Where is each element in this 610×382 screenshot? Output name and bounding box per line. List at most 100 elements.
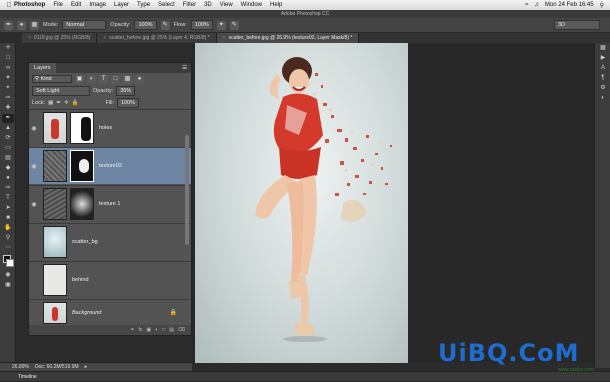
close-icon[interactable]: × [28,35,31,41]
blur-tool-icon[interactable]: ◆ [2,164,14,173]
filter-type-icon[interactable]: T [99,74,108,84]
search-icon[interactable]: ⚲ [600,2,604,9]
menu-3d[interactable]: 3D [204,2,212,8]
visibility-eye-icon[interactable]: ◉ [29,201,39,208]
apple-menu-icon[interactable]:  [4,2,14,9]
brush-tool-icon[interactable]: ✒ [4,20,13,30]
filter-shape-icon[interactable]: □ [111,74,120,84]
paragraph-icon[interactable]: ¶ [597,74,609,83]
history-brush-icon[interactable]: ⟳ [2,134,14,143]
quick-mask-icon[interactable]: ◉ [2,271,14,280]
quick-select-tool-icon[interactable]: ✦ [2,74,14,83]
tab-scatter-texture02[interactable]: × scatter_before.jpg @ 26.9% (texture02, … [216,33,360,43]
layer-name[interactable]: texture02 [99,163,122,169]
menu-edit[interactable]: Edit [71,2,81,8]
menu-filter[interactable]: Filter [183,2,196,8]
tab-0118[interactable]: × 0118.jpg @ 25% (RGB/8) [22,33,98,43]
visibility-eye-icon[interactable]: ◉ [29,125,39,132]
layers-scrollbar[interactable] [185,135,189,245]
status-menu-icon[interactable]: ▸ [85,364,88,370]
pressure-opacity-icon[interactable]: ✎ [160,20,170,30]
hand-tool-icon[interactable]: ✋ [2,224,14,233]
lock-all-icon[interactable]: 🔒 [72,100,79,106]
menu-help[interactable]: Help [270,2,282,8]
panel-menu-icon[interactable]: ☰ [182,65,187,71]
properties-icon[interactable]: ⚙ [597,84,609,93]
close-icon[interactable]: × [103,35,106,41]
layer-name[interactable]: Background [72,310,101,316]
path-select-tool-icon[interactable]: ➤ [2,204,14,213]
filter-pixel-icon[interactable]: ▣ [75,74,84,84]
zoom-level[interactable]: 26.89% [12,364,29,370]
layer-name[interactable]: texture 1 [99,201,120,207]
layer-opacity-input[interactable]: 36% [116,86,136,96]
layer-mask-thumbnail[interactable] [70,188,94,220]
layer-name[interactable]: holes [99,125,112,131]
volume-icon[interactable]: ♫ [534,2,539,8]
filter-adjustment-icon[interactable]: ◐ [87,74,96,84]
color-swatches[interactable] [2,255,14,269]
adjustments-icon[interactable]: ◐ [597,94,609,103]
layer-style-icon[interactable]: fx [139,327,143,333]
menu-select[interactable]: Select [158,2,175,8]
menu-view[interactable]: View [220,2,233,8]
lasso-tool-icon[interactable]: ∞ [2,64,14,73]
close-icon[interactable]: × [223,35,226,41]
screen-mode-icon[interactable]: ▣ [2,281,14,290]
lock-image-icon[interactable]: ✒ [56,100,61,106]
menu-photoshop[interactable]: Photoshop [14,2,45,8]
layer-row-scatter-bg[interactable]: scatter_bg [29,223,191,260]
link-layers-icon[interactable]: ⚭ [130,327,134,333]
toggle-brush-panel-icon[interactable]: ▦ [30,20,39,30]
layer-row-texture02[interactable]: ◉ texture02 [29,147,191,184]
trash-icon[interactable]: ⌫ [178,327,185,333]
more-tools-icon[interactable]: ⋯ [2,244,14,253]
layer-name[interactable]: behind [72,277,89,283]
brush-preset-icon[interactable]: ● [17,20,26,30]
layer-mask-thumbnail[interactable] [70,112,94,144]
clock[interactable]: Mon 24 Feb 16:45 [545,2,594,8]
shape-tool-icon[interactable]: ■ [2,214,14,223]
filter-smart-object-icon[interactable]: ▩ [123,74,132,84]
doc-size[interactable]: Doc: 60.2M/519.9M [35,364,79,370]
wifi-icon[interactable]: ≈ [525,2,528,8]
layer-mask-thumbnail[interactable] [70,150,94,182]
actions-icon[interactable]: ▶ [597,54,609,63]
layer-name[interactable]: scatter_bg [72,239,98,245]
eraser-tool-icon[interactable]: ▭ [2,144,14,153]
new-layer-icon[interactable]: ▤ [169,327,174,333]
airbrush-icon[interactable]: ✦ [216,20,226,30]
adjustment-layer-icon[interactable]: ◐ [155,327,158,333]
crop-tool-icon[interactable]: ⌖ [2,84,14,93]
menu-window[interactable]: Window [241,2,262,8]
zoom-tool-icon[interactable]: ⚲ [2,234,14,243]
dodge-tool-icon[interactable]: ● [2,174,14,183]
history-icon[interactable]: ▦ [597,44,609,53]
mode-dropdown[interactable]: Normal [62,20,107,30]
type-tool-icon[interactable]: T [2,194,14,203]
stamp-tool-icon[interactable]: ▲ [2,124,14,133]
workspace-dropdown[interactable]: 3D [554,20,600,30]
healing-tool-icon[interactable]: ✚ [2,104,14,113]
eyedropper-tool-icon[interactable]: ✑ [2,94,14,103]
layer-row-background[interactable]: Background 🔒 [29,299,191,325]
pressure-size-icon[interactable]: ✎ [229,20,239,30]
menu-layer[interactable]: Layer [114,2,129,8]
layer-row-holes[interactable]: ◉ holes [29,109,191,146]
layer-row-behind[interactable]: behind [29,261,191,298]
lock-transparent-icon[interactable]: ▦ [48,100,53,106]
menu-image[interactable]: Image [89,2,106,8]
character-icon[interactable]: A [597,64,609,73]
visibility-eye-icon[interactable]: ◉ [29,163,39,170]
brush-tool-icon[interactable]: ✒ [2,114,14,123]
gradient-tool-icon[interactable]: ▤ [2,154,14,163]
move-tool-icon[interactable]: ✛ [2,44,14,53]
layers-tab[interactable]: Layers [29,63,56,73]
opacity-input[interactable]: 100% [134,20,157,30]
filter-toggle-icon[interactable]: ● [135,74,144,84]
marquee-tool-icon[interactable]: □ [2,54,14,63]
pen-tool-icon[interactable]: ✑ [2,184,14,193]
tab-scatter-layer4[interactable]: × scatter_before.jpg @ 25% (Layer 4, RGB/… [97,33,217,43]
layer-row-texture-1[interactable]: ◉ texture 1 [29,185,191,222]
menu-type[interactable]: Type [137,2,150,8]
